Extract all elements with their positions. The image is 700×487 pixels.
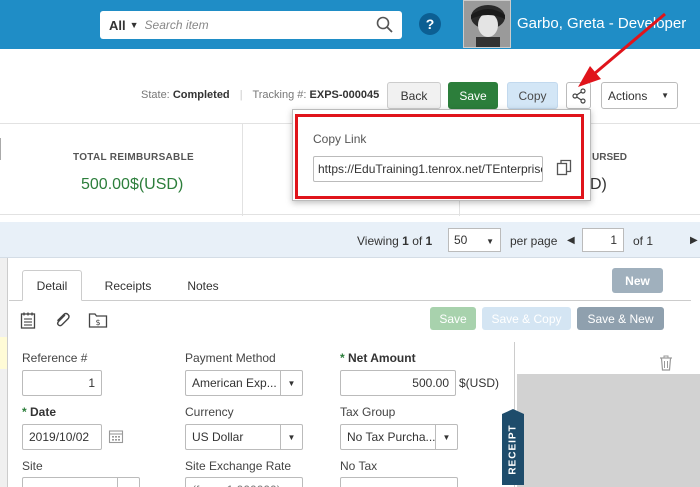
chevron-down-icon[interactable]: ▼ bbox=[117, 478, 139, 487]
search-input[interactable] bbox=[144, 18, 365, 32]
net-amount-unit: $(USD) bbox=[459, 376, 500, 390]
save-button[interactable]: Save bbox=[448, 82, 498, 109]
receipt-toggle-tab[interactable]: RECEIPT bbox=[502, 409, 524, 485]
tax-group-value: No Tax Purcha... bbox=[347, 430, 436, 444]
reimbursed-value: D) bbox=[590, 176, 607, 193]
calendar-icon[interactable] bbox=[108, 428, 124, 444]
chevron-down-icon[interactable]: ▼ bbox=[435, 425, 457, 449]
avatar[interactable] bbox=[463, 0, 511, 48]
currency-label: Currency bbox=[185, 405, 234, 419]
selected-row-edge bbox=[0, 337, 7, 369]
tab-detail[interactable]: Detail bbox=[22, 270, 82, 301]
user-name[interactable]: Garbo, Greta - Developer bbox=[517, 15, 686, 32]
per-page-value: 50 bbox=[454, 233, 468, 247]
viewing-label: Viewing bbox=[357, 234, 399, 248]
per-page-label: per page bbox=[510, 234, 558, 248]
per-page-select[interactable]: 50 ▼ bbox=[448, 228, 501, 252]
actions-dropdown[interactable]: Actions ▼ bbox=[601, 82, 678, 109]
search-scope[interactable]: All bbox=[100, 18, 126, 33]
chevron-down-icon: ▼ bbox=[486, 237, 494, 246]
receipt-tab-label: RECEIPT bbox=[507, 424, 519, 475]
receipt-preview bbox=[517, 374, 700, 487]
tracking-value: EXPS-000045 bbox=[309, 89, 380, 101]
site-exchange-rate-label: Site Exchange Rate bbox=[185, 459, 292, 473]
chevron-down-icon[interactable]: ▼ bbox=[280, 425, 302, 449]
summary-divider bbox=[242, 124, 243, 216]
share-icon[interactable] bbox=[571, 87, 587, 104]
currency-select[interactable]: US Dollar ▼ bbox=[185, 424, 303, 450]
reference-input[interactable]: 1 bbox=[22, 370, 102, 396]
expense-folder-icon[interactable]: $ bbox=[88, 311, 108, 329]
required-marker: * bbox=[340, 351, 345, 365]
detail-save-button[interactable]: Save bbox=[430, 307, 476, 330]
reference-label: Reference # bbox=[22, 351, 88, 365]
state-label: State: bbox=[141, 89, 170, 101]
copy-button[interactable]: Copy bbox=[507, 82, 558, 109]
next-page-icon[interactable]: ▶ bbox=[690, 235, 698, 246]
search-icon[interactable] bbox=[376, 16, 394, 34]
help-icon[interactable]: ? bbox=[419, 13, 441, 35]
site-exchange-rate-value: (from: 1.000000) bbox=[185, 477, 303, 487]
share-button[interactable] bbox=[566, 82, 591, 109]
page-number-input[interactable]: 1 bbox=[582, 228, 624, 252]
tracking-label: Tracking #: bbox=[252, 89, 307, 101]
list-panel-edge bbox=[0, 258, 7, 487]
net-amount-label-text: Net Amount bbox=[348, 351, 416, 365]
tax-group-select[interactable]: No Tax Purcha... ▼ bbox=[340, 424, 458, 450]
page-of-label: of 1 bbox=[633, 234, 654, 248]
save-and-new-button[interactable]: Save & New bbox=[577, 307, 664, 330]
currency-value: US Dollar bbox=[192, 430, 244, 444]
payment-method-value: American Exp... bbox=[192, 376, 277, 390]
record-status: State: Completed | Tracking #: EXPS-0000… bbox=[141, 89, 380, 101]
chevron-down-icon[interactable]: ▼ bbox=[280, 371, 302, 395]
save-and-copy-button[interactable]: Save & Copy bbox=[482, 307, 571, 330]
site-label: Site bbox=[22, 459, 43, 473]
payment-method-select[interactable]: American Exp... ▼ bbox=[185, 370, 303, 396]
state-value: Completed bbox=[172, 89, 230, 101]
viewing-from: 1 bbox=[402, 234, 409, 248]
viewing-total: 1 bbox=[425, 234, 433, 248]
reimbursed-label: URSED bbox=[592, 152, 628, 163]
summary-edge bbox=[0, 138, 1, 160]
viewing-text: Viewing 1 of 1 bbox=[357, 234, 432, 248]
search-box[interactable]: All ▼ bbox=[100, 11, 402, 39]
actions-label: Actions bbox=[608, 88, 648, 103]
pager-bar: Viewing 1 of 1 50 ▼ per page ◀ 1 of 1 ▶ bbox=[0, 222, 700, 258]
date-label: * Date bbox=[22, 405, 56, 419]
highlight-box bbox=[295, 114, 584, 199]
chevron-down-icon[interactable]: ▼ bbox=[130, 20, 139, 30]
tab-receipts[interactable]: Receipts bbox=[93, 270, 163, 301]
required-marker: * bbox=[22, 405, 27, 419]
new-button[interactable]: New bbox=[612, 268, 663, 293]
total-reimbursable-label: TOTAL REIMBURSABLE bbox=[73, 152, 194, 163]
payment-method-label: Payment Method bbox=[185, 351, 276, 365]
tax-group-label: Tax Group bbox=[340, 405, 396, 419]
site-select[interactable]: ▼ bbox=[22, 477, 140, 487]
svg-text:$: $ bbox=[95, 318, 100, 327]
no-tax-input[interactable] bbox=[340, 477, 458, 487]
no-tax-label: No Tax bbox=[340, 459, 378, 473]
chevron-down-icon: ▼ bbox=[661, 91, 669, 100]
net-amount-input[interactable]: 500.00 bbox=[340, 370, 456, 396]
notepad-icon[interactable] bbox=[19, 311, 37, 329]
total-reimbursable-value: 500.00$(USD) bbox=[81, 176, 184, 193]
prev-page-icon[interactable]: ◀ bbox=[567, 235, 575, 246]
trash-icon[interactable] bbox=[659, 355, 673, 371]
panel-divider bbox=[7, 258, 8, 487]
paperclip-icon[interactable] bbox=[53, 311, 71, 329]
date-input[interactable]: 2019/10/02 bbox=[22, 424, 102, 450]
date-label-text: Date bbox=[30, 405, 57, 419]
of-label: of bbox=[412, 234, 423, 248]
tab-notes[interactable]: Notes bbox=[175, 270, 231, 301]
net-amount-label: * Net Amount bbox=[340, 351, 416, 365]
back-button[interactable]: Back bbox=[387, 82, 441, 109]
